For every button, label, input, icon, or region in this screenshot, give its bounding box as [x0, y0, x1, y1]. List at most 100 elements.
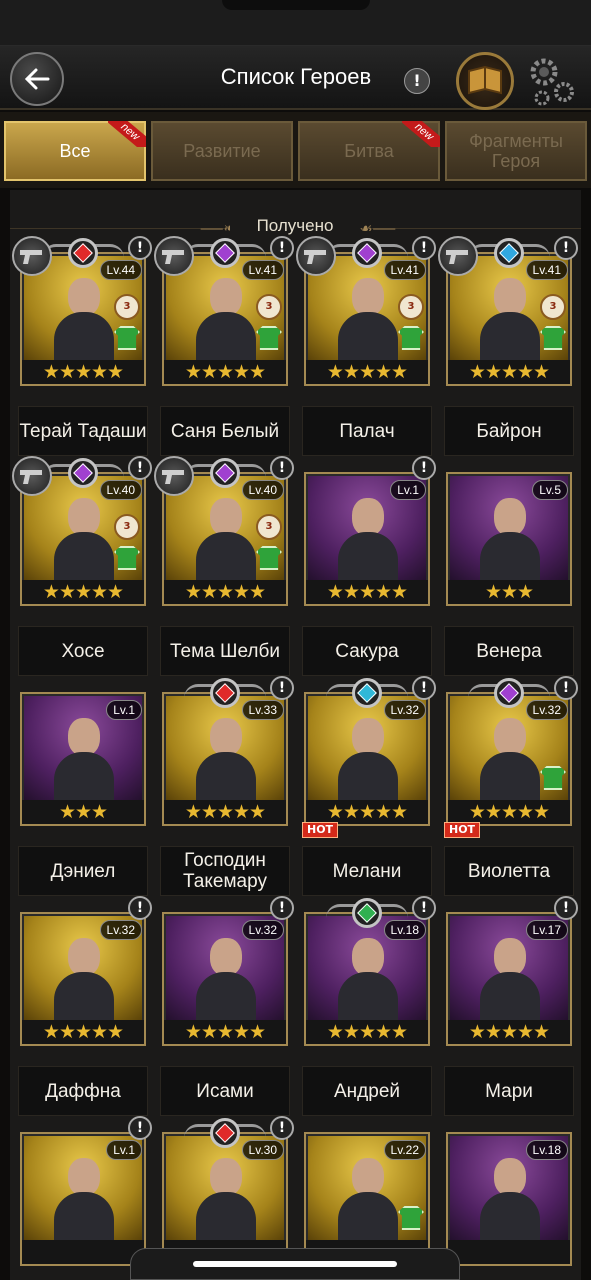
star-rating: ★★★★★	[448, 800, 570, 824]
new-ribbon: new	[108, 121, 146, 147]
hero-name[interactable]: Саня Белый	[160, 406, 290, 456]
tab-label: Битва	[344, 141, 394, 161]
hero-card[interactable]: ★★★ Lv.1	[20, 678, 146, 826]
settings-gear-icon[interactable]	[520, 52, 580, 112]
hero-card[interactable]: ★★★ Lv.5	[446, 458, 572, 606]
hero-name[interactable]: Сакура	[302, 626, 432, 676]
hero-name[interactable]: Мари	[444, 1066, 574, 1116]
alert-icon[interactable]: !	[270, 676, 294, 700]
hero-name[interactable]: Хосе	[18, 626, 148, 676]
hero-figure	[338, 498, 398, 580]
star-rating: ★★★★★	[22, 580, 144, 604]
hero-name[interactable]: Даффна	[18, 1066, 148, 1116]
alert-icon[interactable]: !	[128, 456, 152, 480]
rank-gem-icon	[210, 1118, 240, 1148]
star-rating: ★★★★★	[22, 1020, 144, 1044]
tab-hero-fragments[interactable]: Фрагменты Героя	[445, 121, 587, 181]
hero-name[interactable]: Виолетта	[444, 846, 574, 896]
tab-all[interactable]: Все new	[4, 121, 146, 181]
weapon-slot-button[interactable]	[154, 456, 194, 496]
weapon-slot-button[interactable]	[12, 236, 52, 276]
hero-card[interactable]: ★★★★★ Lv.18!	[304, 896, 436, 1046]
alert-icon[interactable]: !	[128, 896, 152, 920]
hero-name[interactable]: Байрон	[444, 406, 574, 456]
rank-gem-icon	[494, 678, 524, 708]
hero-card[interactable]: Lv.30!	[162, 1116, 294, 1266]
hero-name[interactable]: Дэниел	[18, 846, 148, 896]
level-badge: Lv.5	[532, 480, 568, 500]
star-rating	[22, 1240, 144, 1264]
alert-icon[interactable]: !	[554, 676, 578, 700]
star-rating: ★★★★★	[306, 800, 428, 824]
alert-icon[interactable]: !	[270, 236, 294, 260]
alert-icon[interactable]: !	[412, 456, 436, 480]
hero-card[interactable]: ★★★★★ Lv.41! 3	[296, 236, 436, 386]
hero-card[interactable]: ★★★★★ Lv.44! 3	[12, 236, 152, 386]
alert-icon[interactable]: !	[128, 236, 152, 260]
star-rating: ★★★★★	[164, 800, 286, 824]
hero-name[interactable]: Венера	[444, 626, 574, 676]
hero-card[interactable]: ★★★★★ Lv.33!	[162, 676, 294, 826]
alert-icon[interactable]: !	[270, 1116, 294, 1140]
hero-card[interactable]: ★★★★★ Lv.40! 3	[154, 456, 294, 606]
weapon-slot-button[interactable]	[438, 236, 478, 276]
tab-label: Все	[59, 141, 91, 161]
weapon-slot-button[interactable]	[296, 236, 336, 276]
hero-name[interactable]: Господин Такемару	[160, 846, 290, 896]
hero-name[interactable]: Тема Шелби	[160, 626, 290, 676]
hero-figure	[54, 938, 114, 1020]
hero-name[interactable]: Палач	[302, 406, 432, 456]
hero-name[interactable]: Мелани	[302, 846, 432, 896]
hero-card[interactable]: Lv.18	[446, 1118, 572, 1266]
hero-card[interactable]: ★★★★★ Lv.32!	[162, 896, 294, 1046]
hero-name[interactable]: Исами	[160, 1066, 290, 1116]
hero-figure	[480, 278, 540, 360]
hero-card[interactable]: Lv.22	[304, 1118, 430, 1266]
alert-icon[interactable]: !	[554, 896, 578, 920]
hero-card[interactable]: ★★★★★ Lv.32! HOT	[444, 676, 578, 838]
hero-figure	[480, 1158, 540, 1240]
hero-card[interactable]: ★★★★★ Lv.1!	[304, 456, 436, 606]
weapon-slot-button[interactable]	[12, 456, 52, 496]
rank-gem-icon	[68, 238, 98, 268]
level-badge: Lv.44	[99, 260, 142, 280]
tab-development[interactable]: Развитие	[151, 121, 293, 181]
tab-battle[interactable]: Битва new	[298, 121, 440, 181]
hero-figure	[54, 498, 114, 580]
hero-card[interactable]: ★★★★★ Lv.32!	[20, 896, 152, 1046]
alert-icon[interactable]: !	[270, 896, 294, 920]
alert-icon[interactable]: !	[554, 236, 578, 260]
back-button[interactable]	[10, 52, 64, 106]
arrow-left-icon	[24, 68, 50, 90]
hero-card[interactable]: ★★★★★ Lv.41! 3	[438, 236, 578, 386]
star-rating: ★★★	[448, 580, 570, 604]
guide-book-button[interactable]	[456, 52, 514, 110]
alert-icon[interactable]: !	[412, 236, 436, 260]
level-badge: Lv.41	[525, 260, 568, 280]
star-rating: ★★★★★	[306, 360, 428, 384]
hero-card[interactable]: ★★★★★ Lv.41! 3	[154, 236, 294, 386]
star-rating: ★★★★★	[306, 580, 428, 604]
info-button[interactable]: !	[404, 68, 430, 94]
hero-name[interactable]: Андрей	[302, 1066, 432, 1116]
status-strip	[0, 0, 591, 46]
weapon-slot-button[interactable]	[154, 236, 194, 276]
home-indicator-bar	[130, 1248, 460, 1280]
hot-tag: HOT	[444, 822, 481, 838]
rank-gem-icon	[210, 678, 240, 708]
hero-card[interactable]: ★★★★★ Lv.17!	[446, 896, 578, 1046]
level-badge: Lv.30	[241, 1140, 284, 1160]
hero-figure	[54, 718, 114, 800]
hero-name[interactable]: Терай Тадаши	[18, 406, 148, 456]
pistol-icon	[20, 250, 42, 264]
level-badge: Lv.18	[525, 1140, 568, 1160]
hero-card[interactable]: ★★★★★ Lv.32! HOT	[302, 676, 436, 838]
alert-icon[interactable]: !	[270, 456, 294, 480]
hero-card[interactable]: Lv.1!	[20, 1116, 152, 1266]
star-rating: ★★★	[22, 800, 144, 824]
alert-icon[interactable]: !	[412, 896, 436, 920]
outfit-icon	[540, 766, 566, 790]
alert-icon[interactable]: !	[128, 1116, 152, 1140]
hero-card[interactable]: ★★★★★ Lv.40! 3	[12, 456, 152, 606]
alert-icon[interactable]: !	[412, 676, 436, 700]
